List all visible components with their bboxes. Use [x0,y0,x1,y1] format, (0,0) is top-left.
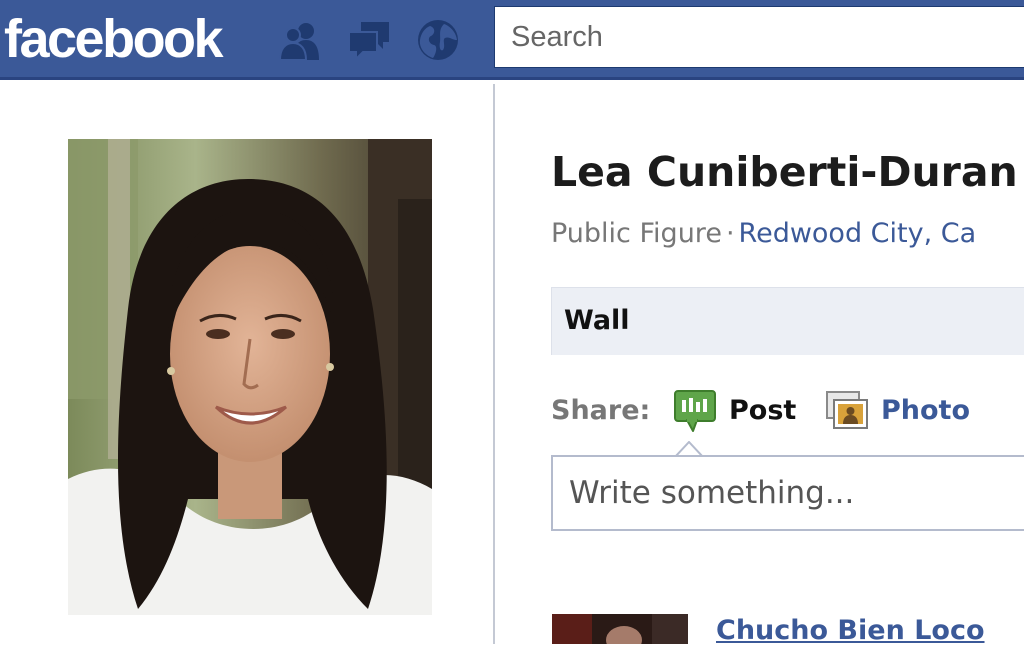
profile-location-link[interactable]: Redwood City, Ca [739,218,977,249]
share-post-button[interactable]: Post [729,386,796,436]
share-label: Share: [551,395,651,426]
feed-item-author-link[interactable]: Chucho Bien Loco [716,614,985,648]
feed-item-avatar[interactable] [552,614,688,644]
top-bar: facebook [0,0,1024,80]
column-divider [493,84,495,644]
write-something-input[interactable] [553,457,1024,529]
meta-separator: · [725,218,735,249]
friends-icon[interactable] [276,16,324,64]
share-photo-button[interactable]: Photo [881,386,970,436]
search-box[interactable] [494,6,1024,68]
profile-name: Lea Cuniberti-Duran [551,148,1018,196]
messages-icon[interactable] [345,16,393,64]
profile-photo[interactable] [68,139,432,615]
status-composer[interactable] [551,455,1024,531]
tab-wall[interactable]: Wall [564,288,630,354]
profile-tab-bar: Wall [551,287,1024,355]
profile-meta: Public Figure · Redwood City, Ca [551,214,976,254]
search-input[interactable] [495,7,1024,67]
speech-bubble-icon[interactable] [673,389,717,433]
photo-icon[interactable] [825,390,869,432]
facebook-logo[interactable]: facebook [4,4,224,74]
profile-category: Public Figure [551,218,722,249]
notifications-globe-icon[interactable] [414,16,462,64]
